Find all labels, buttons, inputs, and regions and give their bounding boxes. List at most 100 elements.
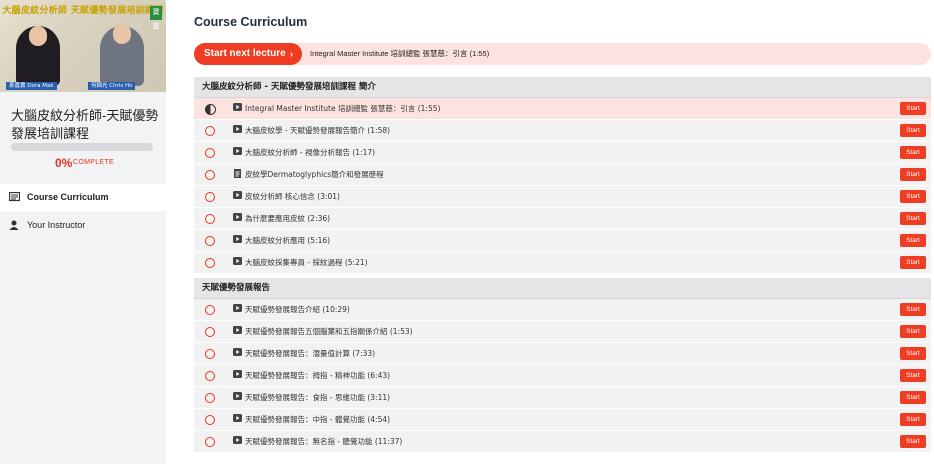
thumbnail-title: 大腦皮紋分析師 天賦優勢發展培訓課程: [2, 6, 164, 16]
start-button[interactable]: Start: [900, 256, 926, 269]
video-icon: [232, 326, 242, 336]
incomplete-circle-icon: [205, 305, 215, 315]
start-button[interactable]: Start: [900, 347, 926, 360]
video-icon: [232, 103, 242, 113]
lecture-row[interactable]: 天賦優勢發展報告五個腦葉和五指關係介紹 (1:53) Start: [194, 321, 931, 343]
course-title: 大腦皮紋分析師-天賦優勢發展培訓課程: [11, 109, 159, 142]
video-icon: [232, 147, 242, 157]
video-icon: [232, 191, 242, 201]
next-lecture-title: Integral Master Institute 培訓總監 張慧慈：引言 (1…: [310, 49, 490, 58]
video-icon: [232, 257, 242, 267]
video-icon: [232, 392, 242, 402]
start-button[interactable]: Start: [900, 435, 926, 448]
incomplete-circle-icon: [205, 437, 215, 447]
incomplete-circle-icon: [205, 170, 215, 180]
host-face-left: [29, 26, 47, 46]
lecture-title: Integral Master Institute 培訓總監 張慧慈：引言 (1…: [245, 104, 441, 113]
lecture-title: 為什麼要應用皮紋 (2:36): [245, 214, 331, 223]
nav-your-instructor[interactable]: Your Instructor: [0, 212, 166, 239]
page-title: Course Curriculum: [194, 15, 308, 29]
start-button[interactable]: Start: [900, 303, 926, 316]
course-thumbnail: 大腦皮紋分析師 天賦優勢發展培訓課程 寶盛 麥嘉寶 Dora Mak 何錦光 C…: [0, 0, 166, 92]
start-button[interactable]: Start: [900, 369, 926, 382]
nav-course-curriculum[interactable]: Course Curriculum: [0, 184, 166, 211]
host-face-right: [113, 24, 131, 44]
incomplete-circle-icon: [205, 393, 215, 403]
curriculum-icon: [8, 191, 21, 205]
section-title: 大腦皮紋分析師 - 天賦優勢發展培訓課程 簡介: [194, 77, 931, 98]
video-icon: [232, 235, 242, 245]
incomplete-circle-icon: [205, 126, 215, 136]
video-icon: [232, 348, 242, 358]
host-nameplate-left: 麥嘉寶 Dora Mak: [6, 82, 57, 90]
sidebar: 大腦皮紋分析師 天賦優勢發展培訓課程 寶盛 麥嘉寶 Dora Mak 何錦光 C…: [0, 0, 166, 464]
video-icon: [232, 436, 242, 446]
lecture-title: 天賦優勢發展報告：拇指 - 精神功能 (6:43): [245, 371, 391, 380]
lecture-row[interactable]: 皮紋學Dermatoglyphics簡介和發展歷程 Start: [194, 164, 931, 186]
user-icon: [9, 220, 19, 233]
lecture-row[interactable]: Integral Master Institute 培訓總監 張慧慈：引言 (1…: [194, 98, 931, 120]
lecture-title: 天賦優勢發展報告五個腦葉和五指關係介紹 (1:53): [245, 327, 413, 336]
lecture-title: 天賦優勢發展報告：無名指 - 聽覺功能 (11:37): [245, 437, 403, 446]
start-button[interactable]: Start: [900, 146, 926, 159]
lecture-title: 大腦皮紋學 - 天賦優勢發展報告簡介 (1:58): [245, 126, 391, 135]
incomplete-circle-icon: [205, 415, 215, 425]
incomplete-circle-icon: [205, 371, 215, 381]
section-title: 天賦優勢發展報告: [194, 278, 931, 299]
video-icon: [232, 414, 242, 424]
progress-percent: 0%: [55, 156, 73, 170]
lecture-row[interactable]: 大腦皮紋分析師 - 視像分析報告 (1:17) Start: [194, 142, 931, 164]
lecture-title: 大腦皮紋分析應用 (5:16): [245, 236, 331, 245]
start-button[interactable]: Start: [900, 413, 926, 426]
lecture-row[interactable]: 大腦皮紋學 - 天賦優勢發展報告簡介 (1:58) Start: [194, 120, 931, 142]
incomplete-circle-icon: [205, 214, 215, 224]
incomplete-circle-icon: [205, 349, 215, 359]
video-icon: [232, 304, 242, 314]
start-next-lecture-button[interactable]: Start next lecture ›: [194, 43, 302, 65]
incomplete-circle-icon: [205, 148, 215, 158]
lecture-row[interactable]: 為什麼要應用皮紋 (2:36) Start: [194, 208, 931, 230]
curriculum-section-intro: 大腦皮紋分析師 - 天賦優勢發展培訓課程 簡介 Integral Master …: [194, 77, 931, 274]
lecture-title: 大腦皮紋採集專員 - 採紋過程 (5:21): [245, 258, 368, 267]
lecture-row[interactable]: 大腦皮紋採集專員 - 採紋過程 (5:21) Start: [194, 252, 931, 274]
lecture-row[interactable]: 天賦優勢發展報告：食指 - 思維功能 (3:11) Start: [194, 387, 931, 409]
start-button[interactable]: Start: [900, 325, 926, 338]
lecture-row[interactable]: 大腦皮紋分析應用 (5:16) Start: [194, 230, 931, 252]
lecture-title: 皮紋學Dermatoglyphics簡介和發展歷程: [245, 170, 384, 179]
main-content: Course Curriculum Start next lecture › I…: [176, 0, 934, 464]
video-icon: [232, 370, 242, 380]
start-button[interactable]: Start: [900, 190, 926, 203]
start-button[interactable]: Start: [900, 168, 926, 181]
incomplete-circle-icon: [205, 327, 215, 337]
curriculum-section-report: 天賦優勢發展報告 天賦優勢發展報告介紹 (10:29) Start 天賦優勢發展報告…: [194, 278, 931, 453]
incomplete-circle-icon: [205, 192, 215, 202]
next-lecture-bar: Start next lecture › Integral Master Ins…: [194, 43, 931, 65]
lecture-title: 天賦優勢發展報告：食指 - 思維功能 (3:11): [245, 393, 391, 402]
lecture-row[interactable]: 天賦優勢發展報告介紹 (10:29) Start: [194, 299, 931, 321]
video-icon: [232, 213, 242, 223]
lecture-row[interactable]: 天賦優勢發展報告：無名指 - 聽覺功能 (11:37) Start: [194, 431, 931, 453]
thumbnail-badge: 寶盛: [150, 6, 162, 30]
chevron-right-icon: ›: [290, 49, 293, 59]
start-next-lecture-label: Start next lecture: [204, 48, 286, 59]
in-progress-icon: [205, 104, 216, 115]
lecture-row[interactable]: 天賦優勢發展報告：拇指 - 精神功能 (6:43) Start: [194, 365, 931, 387]
start-button[interactable]: Start: [900, 124, 926, 137]
lecture-title: 天賦優勢發展報告：中指 - 體覺功能 (4:54): [245, 415, 391, 424]
video-icon: [232, 125, 242, 135]
lecture-title: 天賦優勢發展報告：潛量值計算 (7:33): [245, 349, 376, 358]
incomplete-circle-icon: [205, 236, 215, 246]
start-button[interactable]: Start: [900, 212, 926, 225]
start-button[interactable]: Start: [900, 102, 926, 115]
start-button[interactable]: Start: [900, 391, 926, 404]
nav-label: Course Curriculum: [27, 192, 109, 202]
start-button[interactable]: Start: [900, 234, 926, 247]
progress-bar: [11, 143, 153, 151]
document-icon: [232, 169, 242, 180]
lecture-row[interactable]: 天賦優勢發展報告：潛量值計算 (7:33) Start: [194, 343, 931, 365]
nav-label: Your Instructor: [27, 220, 86, 230]
lecture-row[interactable]: 天賦優勢發展報告：中指 - 體覺功能 (4:54) Start: [194, 409, 931, 431]
lecture-row[interactable]: 皮紋分析師 核心信念 (3:01) Start: [194, 186, 931, 208]
host-nameplate-right: 何錦光 Chris Ho: [88, 82, 136, 90]
progress-complete-label: COMPLETE: [73, 159, 114, 166]
